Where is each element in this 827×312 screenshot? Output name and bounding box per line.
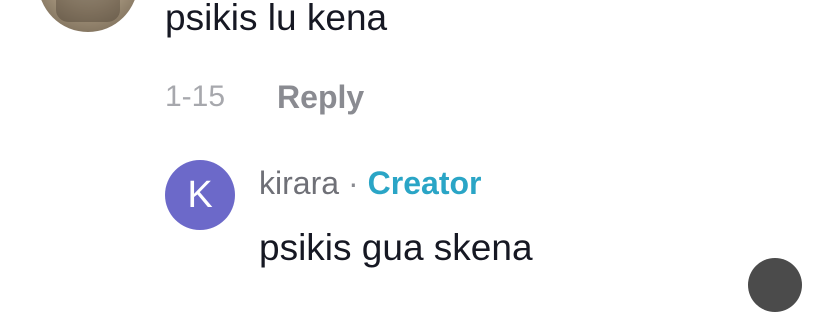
- reply-button[interactable]: Reply: [277, 79, 364, 116]
- reply-author-avatar[interactable]: K: [165, 160, 235, 230]
- comment-meta: 1-15 Reply: [165, 77, 364, 117]
- reply-author-name[interactable]: kirara: [259, 165, 339, 202]
- creator-badge: Creator: [367, 164, 482, 201]
- separator-dot: ·: [348, 164, 359, 201]
- reply-comment-text: psikis gua skena: [259, 227, 533, 268]
- comment-text: psikis lu kena: [165, 0, 388, 38]
- commenter-avatar[interactable]: [38, 0, 138, 32]
- floating-scroll-button[interactable]: [748, 258, 802, 312]
- reply-author-row: kirara · Creator: [259, 163, 481, 203]
- comment-date: 1-15: [165, 80, 226, 113]
